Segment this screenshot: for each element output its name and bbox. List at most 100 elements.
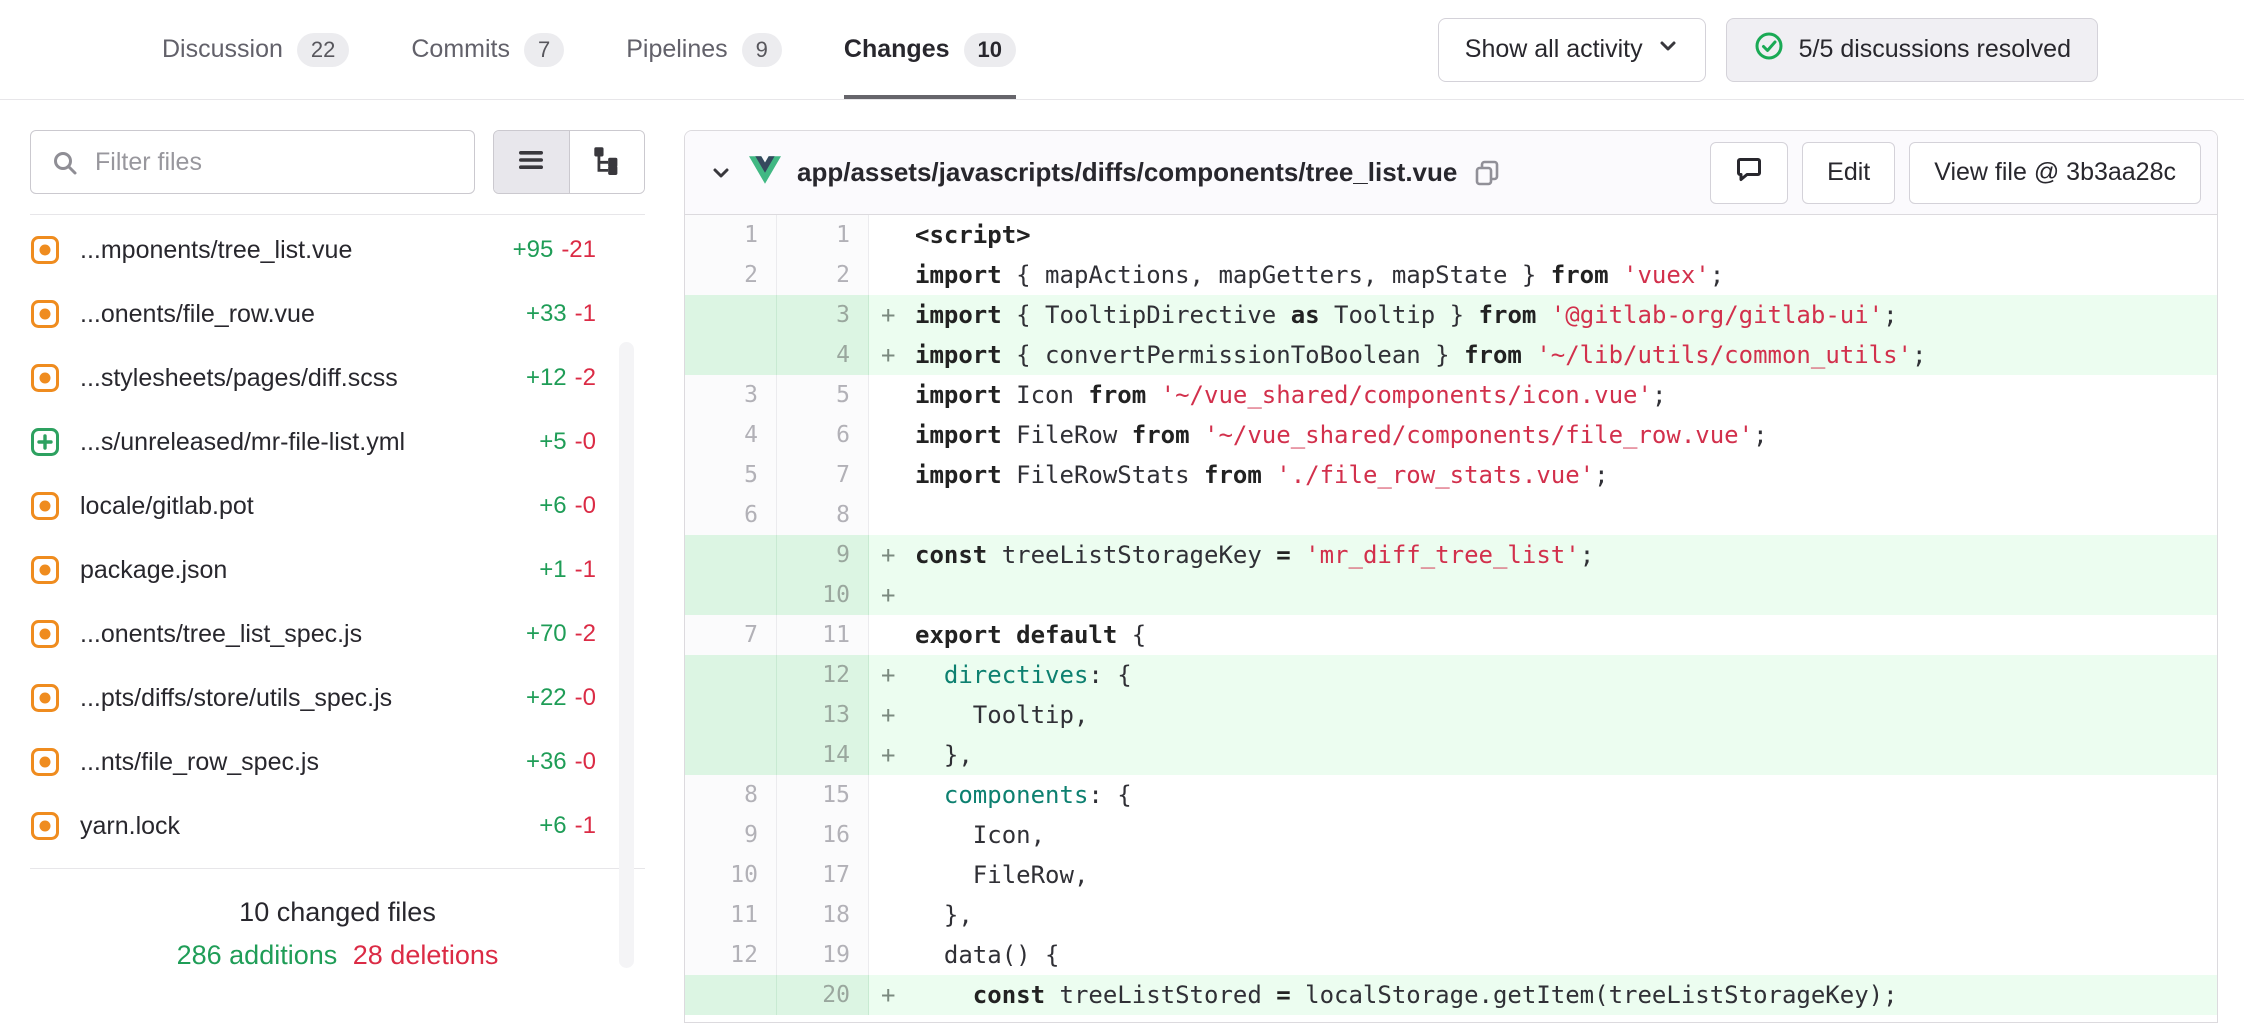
- line-content: + Tooltip,: [869, 695, 2217, 735]
- diff-line[interactable]: 9 +const treeListStorageKey = 'mr_diff_t…: [685, 535, 2217, 575]
- sidebar-controls: [30, 130, 648, 194]
- line-tokens: FileRow,: [915, 861, 1088, 889]
- tab-discussion[interactable]: Discussion 22: [162, 0, 349, 99]
- line-tokens: directives: {: [915, 661, 1132, 689]
- diff-file-header-actions: Edit View file @ 3b3aa28c: [1710, 142, 2201, 204]
- diff-line[interactable]: 2 2 import { mapActions, mapGetters, map…: [685, 255, 2217, 295]
- old-line-number: 11: [685, 895, 777, 935]
- diff-code-view: 1 1 <script> 2 2 import { mapActions, ma…: [685, 215, 2217, 1015]
- old-line-number: 1: [685, 215, 777, 255]
- new-line-number: 18: [777, 895, 869, 935]
- diff-line[interactable]: 7 11 export default {: [685, 615, 2217, 655]
- tab-count-badge: 9: [742, 33, 782, 67]
- tab-label: Discussion: [162, 35, 283, 64]
- diff-sign: +: [881, 575, 895, 615]
- additions-count: +95: [513, 236, 554, 263]
- diff-line[interactable]: 13 + Tooltip,: [685, 695, 2217, 735]
- file-diff-stats: +12-2: [526, 364, 596, 392]
- additions-count: +1: [539, 556, 566, 583]
- tab-label: Pipelines: [626, 35, 727, 64]
- deletions-count: -0: [575, 684, 596, 711]
- discussions-resolved-button[interactable]: 5/5 discussions resolved: [1726, 18, 2098, 82]
- old-line-number: 6: [685, 495, 777, 535]
- line-content: import FileRowStats from './file_row_sta…: [869, 455, 2217, 495]
- diff-line[interactable]: 11 18 },: [685, 895, 2217, 935]
- show-all-activity-dropdown[interactable]: Show all activity: [1438, 18, 1706, 82]
- file-list-item[interactable]: ...onents/file_row.vue +33-1: [30, 282, 648, 346]
- file-name: ...onents/tree_list_spec.js: [80, 620, 526, 649]
- diff-line[interactable]: 9 16 Icon,: [685, 815, 2217, 855]
- deletions-count: -2: [575, 620, 596, 647]
- diff-sign: +: [881, 735, 895, 775]
- line-content: import FileRow from '~/vue_shared/compon…: [869, 415, 2217, 455]
- tab-label: Commits: [411, 35, 510, 64]
- new-line-number: 5: [777, 375, 869, 415]
- line-tokens: data() {: [915, 941, 1060, 969]
- sidebar-scrollbar[interactable]: [619, 342, 634, 968]
- old-line-number: [685, 655, 777, 695]
- list-view-button[interactable]: [494, 131, 569, 193]
- additions-deletions-summary: 286 additions 28 deletions: [30, 940, 645, 971]
- diff-line[interactable]: 20 + const treeListStored = localStorage…: [685, 975, 2217, 1015]
- file-list-item[interactable]: ...onents/tree_list_spec.js +70-2: [30, 602, 648, 666]
- deletions-count: -0: [575, 748, 596, 775]
- file-list-item[interactable]: yarn.lock +6-1: [30, 794, 648, 858]
- new-line-number: 6: [777, 415, 869, 455]
- file-list-item[interactable]: ...stylesheets/pages/diff.scss +12-2: [30, 346, 648, 410]
- tab-pipelines[interactable]: Pipelines 9: [626, 0, 782, 99]
- line-tokens: export default {: [915, 621, 1146, 649]
- diff-line[interactable]: 4 6 import FileRow from '~/vue_shared/co…: [685, 415, 2217, 455]
- file-name: ...onents/file_row.vue: [80, 300, 526, 329]
- file-list-item[interactable]: ...mponents/tree_list.vue +95-21: [30, 218, 648, 282]
- view-file-button[interactable]: View file @ 3b3aa28c: [1909, 142, 2201, 204]
- diff-line[interactable]: 14 + },: [685, 735, 2217, 775]
- file-list-item[interactable]: ...s/unreleased/mr-file-list.yml +5-0: [30, 410, 648, 474]
- additions-count: +6: [539, 492, 566, 519]
- search-icon: [50, 148, 80, 183]
- collapse-file-chevron-icon[interactable]: [709, 161, 733, 185]
- new-line-number: 8: [777, 495, 869, 535]
- diff-line[interactable]: 10 +: [685, 575, 2217, 615]
- diff-line[interactable]: 6 8: [685, 495, 2217, 535]
- tab-count-badge: 22: [297, 33, 349, 67]
- line-content: import Icon from '~/vue_shared/component…: [869, 375, 2217, 415]
- file-diff-stats: +22-0: [526, 684, 596, 712]
- tab-commits[interactable]: Commits 7: [411, 0, 564, 99]
- file-list-item[interactable]: package.json +1-1: [30, 538, 648, 602]
- line-tokens: },: [915, 901, 973, 929]
- filter-files-input[interactable]: [30, 130, 475, 194]
- line-tokens: Icon,: [915, 821, 1045, 849]
- file-name: yarn.lock: [80, 812, 539, 841]
- old-line-number: [685, 735, 777, 775]
- diff-line[interactable]: 3 +import { TooltipDirective as Tooltip …: [685, 295, 2217, 335]
- new-line-number: 10: [777, 575, 869, 615]
- file-modified-icon: [30, 555, 60, 585]
- diff-line[interactable]: 5 7 import FileRowStats from './file_row…: [685, 455, 2217, 495]
- edit-file-button[interactable]: Edit: [1802, 142, 1895, 204]
- new-line-number: 12: [777, 655, 869, 695]
- file-list-item[interactable]: locale/gitlab.pot +6-0: [30, 474, 648, 538]
- diff-line[interactable]: 10 17 FileRow,: [685, 855, 2217, 895]
- diff-line[interactable]: 8 15 components: {: [685, 775, 2217, 815]
- comment-on-file-button[interactable]: [1710, 142, 1788, 204]
- tree-view-button[interactable]: [569, 131, 645, 193]
- file-diff-stats: +5-0: [539, 428, 596, 456]
- tab-changes[interactable]: Changes 10: [844, 0, 1016, 99]
- diff-line[interactable]: 4 +import { convertPermissionToBoolean }…: [685, 335, 2217, 375]
- file-modified-icon: [30, 811, 60, 841]
- diff-line[interactable]: 12 + directives: {: [685, 655, 2217, 695]
- vue-file-icon: [749, 156, 781, 189]
- deletions-count: -0: [575, 492, 596, 519]
- copy-path-icon[interactable]: [1473, 159, 1501, 187]
- line-content: + const treeListStored = localStorage.ge…: [869, 975, 2217, 1015]
- diff-sign: +: [881, 695, 895, 735]
- line-content: import { mapActions, mapGetters, mapStat…: [869, 255, 2217, 295]
- line-content: FileRow,: [869, 855, 2217, 895]
- file-modified-icon: [30, 619, 60, 649]
- old-line-number: [685, 535, 777, 575]
- diff-line[interactable]: 12 19 data() {: [685, 935, 2217, 975]
- file-list-item[interactable]: ...pts/diffs/store/utils_spec.js +22-0: [30, 666, 648, 730]
- diff-line[interactable]: 3 5 import Icon from '~/vue_shared/compo…: [685, 375, 2217, 415]
- diff-line[interactable]: 1 1 <script>: [685, 215, 2217, 255]
- file-list-item[interactable]: ...nts/file_row_spec.js +36-0: [30, 730, 648, 794]
